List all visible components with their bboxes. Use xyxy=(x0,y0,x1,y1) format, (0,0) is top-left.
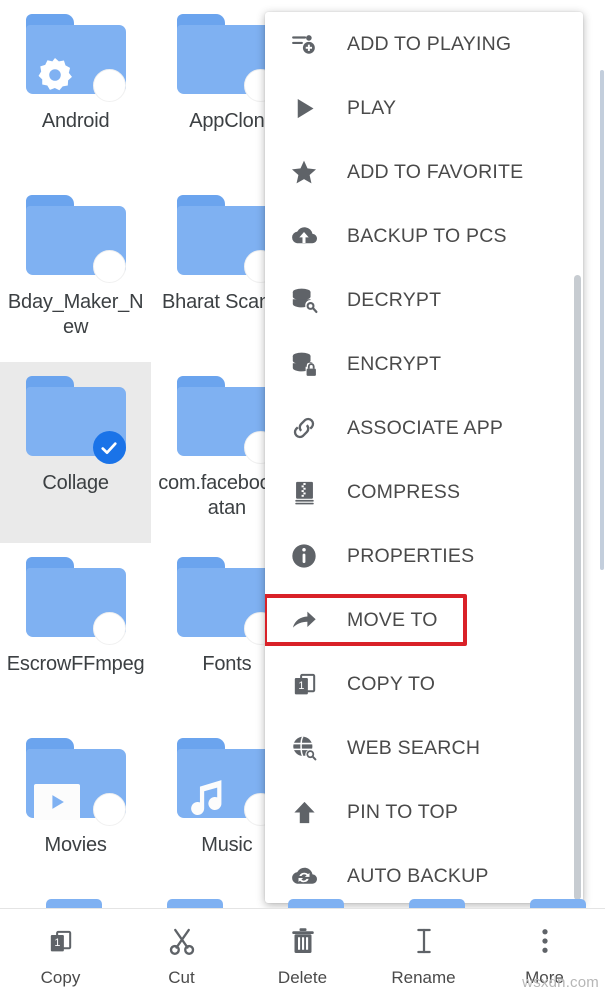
file-item[interactable]: Movies xyxy=(0,724,151,905)
video-icon xyxy=(33,784,80,820)
zip-archive-icon xyxy=(289,477,319,507)
folder-icon xyxy=(175,195,279,283)
folder-peek xyxy=(530,899,586,908)
context-menu: ADD TO PLAYING PLAY ADD TO FAVORITE BACKUP … xyxy=(265,12,583,903)
app-screen: Android AppClon Bday_Maker_New Bharat Scann… xyxy=(0,0,605,997)
context-menu-list: ADD TO PLAYING PLAY ADD TO FAVORITE BACKUP … xyxy=(265,12,583,903)
toolbar-label: Copy xyxy=(40,968,81,987)
menu-item-web-search[interactable]: WEB SEARCH xyxy=(265,716,583,780)
item-checkbox[interactable] xyxy=(92,793,126,826)
menu-item-encrypt[interactable]: ENCRYPT xyxy=(265,332,583,396)
item-checkbox[interactable] xyxy=(92,250,126,283)
menu-item-label: DECRYPT xyxy=(347,288,442,311)
menu-item-label: PROPERTIES xyxy=(347,544,475,567)
folder-icon xyxy=(24,557,128,645)
music-note-icon xyxy=(185,774,231,820)
folder-peek xyxy=(167,899,223,908)
copy-icon: 1 xyxy=(47,923,74,959)
menu-item-label: ASSOCIATE APP xyxy=(347,416,504,439)
database-unlock-icon xyxy=(289,285,319,315)
overflow-dots-icon xyxy=(530,923,560,959)
menu-item-label: WEB SEARCH xyxy=(347,736,481,759)
folder-icon xyxy=(175,14,279,102)
svg-text:1: 1 xyxy=(54,937,60,949)
text-cursor-icon xyxy=(409,923,439,959)
toolbar-label: Delete xyxy=(277,968,328,987)
database-lock-icon xyxy=(289,349,319,379)
menu-item-label: MOVE TO xyxy=(347,608,438,631)
toolbar-label: Cut xyxy=(168,968,195,987)
folder-peek xyxy=(288,899,344,908)
folder-icon xyxy=(24,14,128,102)
move-arrow-icon xyxy=(289,605,319,635)
item-checkbox[interactable] xyxy=(92,69,126,102)
bottom-toolbar: 1 Copy Cut Delete Rename More xyxy=(0,908,605,997)
info-icon xyxy=(289,541,319,571)
menu-item-backup-to-pcs[interactable]: BACKUP TO PCS xyxy=(265,204,583,268)
menu-item-label: ADD TO FAVORITE xyxy=(347,160,524,183)
cloud-sync-icon xyxy=(289,861,319,891)
trash-icon xyxy=(288,923,318,959)
toolbar-delete-button[interactable]: Delete xyxy=(242,909,363,997)
folder-peek xyxy=(409,899,465,908)
folder-icon xyxy=(24,738,128,826)
menu-item-auto-backup[interactable]: AUTO BACKUP xyxy=(265,844,583,903)
play-icon xyxy=(289,93,319,123)
menu-item-label: ENCRYPT xyxy=(347,352,442,375)
menu-item-decrypt[interactable]: DECRYPT xyxy=(265,268,583,332)
file-item[interactable]: Bday_Maker_New xyxy=(0,181,151,362)
file-item-label: Bday_Maker_New xyxy=(7,291,144,338)
folder-icon xyxy=(175,738,279,826)
file-item-label: Collage xyxy=(42,472,109,494)
arrow-up-icon xyxy=(289,797,319,827)
toolbar-rename-button[interactable]: Rename xyxy=(363,909,484,997)
add-to-playlist-icon xyxy=(289,29,319,59)
menu-item-properties[interactable]: PROPERTIES xyxy=(265,524,583,588)
menu-item-label: COMPRESS xyxy=(347,480,461,503)
menu-item-label: COPY TO xyxy=(347,672,436,695)
link-icon xyxy=(289,413,319,443)
item-checkbox-checked[interactable] xyxy=(92,431,126,464)
toolbar-label: Rename xyxy=(391,968,456,987)
folder-peek xyxy=(46,899,102,908)
menu-item-label: PIN TO TOP xyxy=(347,800,459,823)
context-menu-scrollbar-thumb[interactable] xyxy=(574,275,581,900)
watermark: wsxdn.com xyxy=(522,974,599,991)
gear-icon xyxy=(34,54,76,96)
folder-icon xyxy=(175,376,279,464)
globe-search-icon xyxy=(289,733,319,763)
page-scrollbar[interactable] xyxy=(599,0,605,908)
file-item-label: Android xyxy=(41,110,110,132)
folder-icon xyxy=(24,195,128,283)
menu-item-compress[interactable]: COMPRESS xyxy=(265,460,583,524)
item-checkbox[interactable] xyxy=(92,612,126,645)
menu-item-play[interactable]: PLAY xyxy=(265,76,583,140)
menu-item-label: ADD TO PLAYING xyxy=(347,32,512,55)
menu-item-add-to-favorite[interactable]: ADD TO FAVORITE xyxy=(265,140,583,204)
menu-item-label: AUTO BACKUP xyxy=(347,864,489,887)
menu-item-move-to[interactable]: MOVE TO xyxy=(265,588,583,652)
menu-item-label: PLAY xyxy=(347,96,397,119)
menu-item-pin-to-top[interactable]: PIN TO TOP xyxy=(265,780,583,844)
file-item[interactable]: Collage xyxy=(0,362,152,543)
menu-item-add-to-playing[interactable]: ADD TO PLAYING xyxy=(265,12,583,76)
menu-item-copy-to[interactable]: 1 COPY TO xyxy=(265,652,583,716)
menu-item-label: BACKUP TO PCS xyxy=(347,224,507,247)
folder-icon xyxy=(24,376,128,464)
copy-icon: 1 xyxy=(289,669,319,699)
star-icon xyxy=(289,157,319,187)
toolbar-cut-button[interactable]: Cut xyxy=(121,909,242,997)
menu-item-associate-app[interactable]: ASSOCIATE APP xyxy=(265,396,583,460)
file-item-label: Movies xyxy=(44,834,107,856)
folder-icon xyxy=(175,557,279,645)
svg-text:1: 1 xyxy=(298,680,304,692)
cloud-upload-icon xyxy=(289,221,319,251)
toolbar-copy-button[interactable]: 1 Copy xyxy=(0,909,121,997)
page-scrollbar-thumb[interactable] xyxy=(600,70,604,570)
scissors-icon xyxy=(167,923,197,959)
file-item[interactable]: EscrowFFmpeg xyxy=(0,543,151,724)
file-item-label: EscrowFFmpeg xyxy=(6,653,145,675)
file-item[interactable]: Android xyxy=(0,0,151,181)
